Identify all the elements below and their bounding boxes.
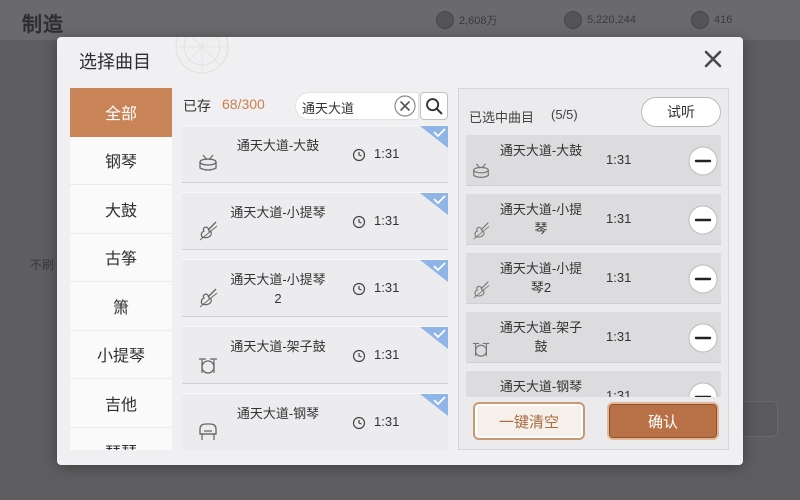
selected-check-icon: [420, 260, 448, 282]
selected-list: 通天大道-大鼓 1:31 通天大道-小提琴 1:31 通天大道-小提琴2 1:3…: [466, 135, 721, 397]
remove-icon[interactable]: [688, 264, 718, 294]
selected-item: 通天大道-小提琴2 1:31: [466, 253, 721, 304]
clock-icon: [352, 282, 366, 296]
background-top-bar: [0, 0, 800, 40]
violin-icon: [199, 288, 218, 308]
search-input[interactable]: 通天大道: [295, 92, 419, 120]
selected-check-icon: [420, 126, 448, 148]
song-list: 通天大道-大鼓 1:31 通天大道-小提琴 1:31 通天大道-小提琴2 1:3…: [182, 125, 448, 450]
clock-icon: [352, 148, 366, 162]
selected-song-name: 通天大道-小提琴: [499, 202, 583, 236]
remove-icon[interactable]: [688, 323, 718, 353]
category-sidebar: 全部 钢琴 大鼓 古筝 箫 小提琴 吉他 琵琶: [70, 88, 172, 450]
song-name: 通天大道-钢琴: [236, 406, 320, 421]
selected-songs-panel: 已选中曲目 (5/5) 试听 通天大道-大鼓 1:31 通天大道-小提琴 1:3…: [458, 88, 729, 450]
confirm-button[interactable]: 确认: [607, 402, 719, 440]
remove-icon[interactable]: [688, 382, 718, 397]
song-item[interactable]: 通天大道-小提琴 1:31: [182, 192, 448, 250]
saved-count: 68/300: [222, 96, 265, 112]
clear-all-button[interactable]: 一键清空: [473, 402, 585, 440]
violin-icon: [473, 222, 490, 240]
selected-item: 通天大道-小提琴 1:31: [466, 194, 721, 245]
clear-search-icon[interactable]: [394, 95, 416, 117]
resource-counter-1: 2,608万: [436, 11, 498, 29]
background-title: 制造: [22, 14, 64, 36]
piano-icon: [199, 423, 217, 440]
song-item[interactable]: 通天大道-小提琴2 1:31: [182, 259, 448, 317]
song-duration: 1:31: [374, 280, 400, 295]
drum-kit-icon: [472, 342, 490, 357]
song-item[interactable]: 通天大道-钢琴 1:31: [182, 393, 448, 450]
selected-song-duration: 1:31: [606, 211, 632, 226]
selected-song-name: 通天大道-架子鼓: [499, 320, 583, 354]
song-name: 通天大道-大鼓: [236, 138, 320, 153]
preview-button[interactable]: 试听: [641, 97, 721, 127]
category-pipa[interactable]: 琵琶: [70, 428, 172, 450]
selected-count: (5/5): [551, 107, 578, 122]
category-guzheng[interactable]: 古筝: [70, 234, 172, 282]
library-header: 已存 68/300 通天大道: [183, 92, 451, 120]
selected-check-icon: [420, 394, 448, 416]
resource-value: 416: [714, 14, 733, 26]
saved-label: 已存: [183, 98, 211, 114]
category-all[interactable]: 全部: [70, 88, 172, 137]
category-guitar[interactable]: 吉他: [70, 379, 172, 428]
drum-icon: [473, 163, 489, 178]
selected-item: 通天大道-大鼓 1:31: [466, 135, 721, 186]
selected-song-duration: 1:31: [606, 329, 632, 344]
song-name: 通天大道-小提琴2: [230, 272, 326, 306]
clock-icon: [352, 349, 366, 363]
close-icon[interactable]: [700, 46, 726, 72]
selected-check-icon: [420, 193, 448, 215]
selected-item: 通天大道-钢琴 1:31: [466, 371, 721, 397]
resource-value: 2,608万: [459, 15, 498, 27]
category-piano[interactable]: 钢琴: [70, 137, 172, 185]
violin-icon: [199, 221, 218, 241]
song-name: 通天大道-小提琴: [230, 205, 326, 220]
clock-icon: [352, 416, 366, 430]
dialog-title: 选择曲目: [79, 52, 151, 72]
song-item[interactable]: 通天大道-架子鼓 1:31: [182, 326, 448, 384]
selected-check-icon: [420, 327, 448, 349]
search-value: 通天大道: [302, 101, 355, 116]
resource-counter-2: 5,220,244: [564, 11, 636, 29]
selected-item: 通天大道-架子鼓 1:31: [466, 312, 721, 363]
category-drum[interactable]: 大鼓: [70, 185, 172, 234]
decoration-pattern-icon: [175, 37, 229, 74]
selected-song-duration: 1:31: [606, 152, 632, 167]
selected-title: 已选中曲目: [469, 110, 535, 125]
drum-kit-icon: [199, 358, 217, 374]
song-duration: 1:31: [374, 146, 400, 161]
song-duration: 1:31: [374, 414, 400, 429]
remove-icon[interactable]: [688, 205, 718, 235]
song-duration: 1:31: [374, 347, 400, 362]
violin-icon: [473, 281, 490, 299]
resource-crystal-icon: [691, 11, 709, 29]
background-button: [738, 401, 778, 437]
selected-song-name: 通天大道-钢琴: [499, 379, 583, 394]
resource-value: 5,220,244: [587, 14, 636, 26]
song-item[interactable]: 通天大道-大鼓 1:31: [182, 125, 448, 183]
remove-icon[interactable]: [688, 146, 718, 176]
select-songs-dialog: 选择曲目 全部 钢琴 大鼓 古筝 箫 小提琴 吉他 琵琶 已存 68/300 通…: [57, 37, 743, 465]
selected-song-duration: 1:31: [606, 270, 632, 285]
dialog-header: 选择曲目: [57, 37, 743, 81]
selected-song-name: 通天大道-大鼓: [499, 143, 583, 158]
song-duration: 1:31: [374, 213, 400, 228]
selected-song-name: 通天大道-小提琴2: [499, 261, 583, 295]
resource-coin-icon: [564, 11, 582, 29]
background-side-text: 不刷: [30, 258, 55, 272]
resource-counter-3: 416: [691, 11, 732, 29]
song-name: 通天大道-架子鼓: [230, 339, 326, 354]
clock-icon: [352, 215, 366, 229]
category-violin[interactable]: 小提琴: [70, 331, 172, 379]
selected-song-duration: 1:31: [606, 388, 632, 397]
search-icon[interactable]: [420, 92, 448, 120]
drum-icon: [199, 154, 217, 171]
resource-gem-icon: [436, 11, 454, 29]
category-xiao[interactable]: 箫: [70, 282, 172, 331]
